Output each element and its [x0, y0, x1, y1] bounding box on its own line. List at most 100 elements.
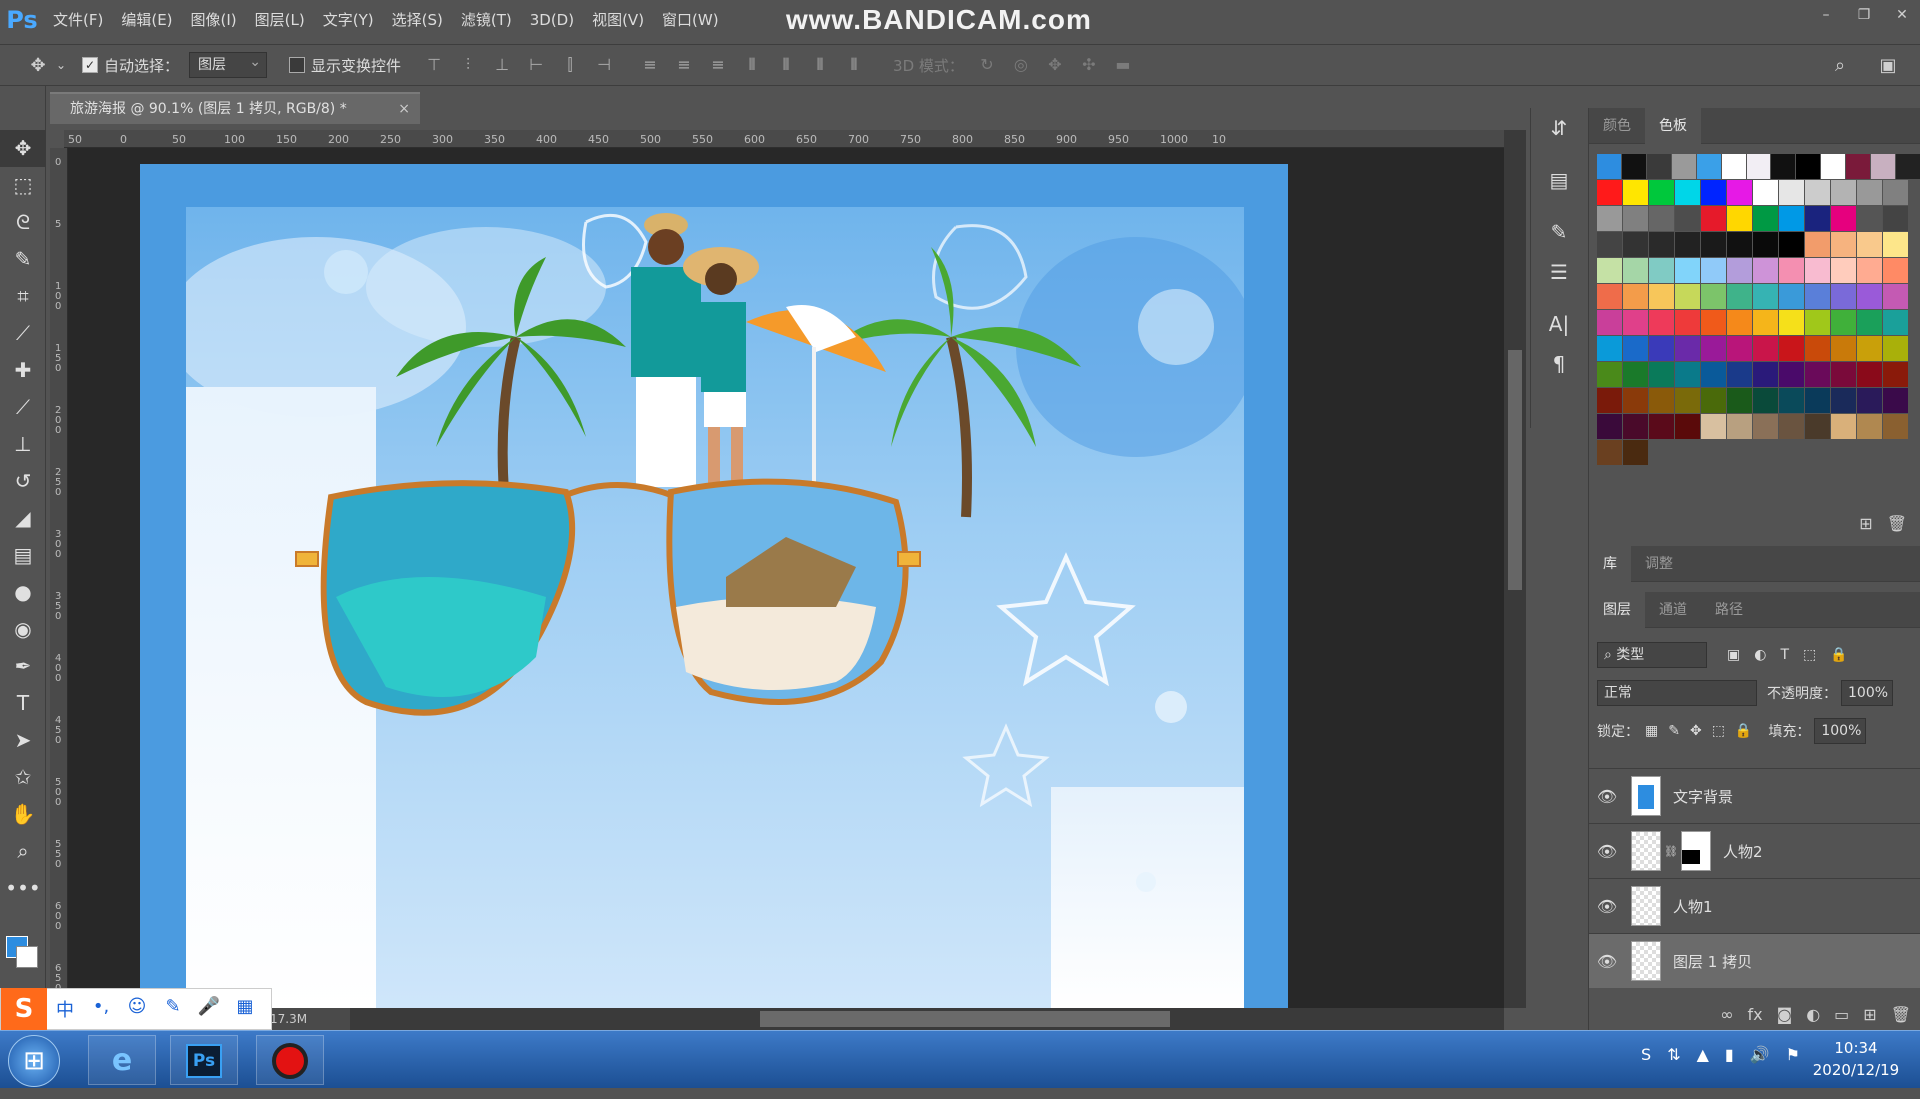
- color-swatch[interactable]: [1805, 362, 1830, 387]
- move-tool-icon[interactable]: ✥: [22, 55, 54, 76]
- color-swatch[interactable]: [1883, 232, 1908, 257]
- color-swatch[interactable]: [1831, 258, 1856, 283]
- horizontal-scrollbar[interactable]: [350, 1008, 1504, 1030]
- color-swatch[interactable]: [1727, 388, 1752, 413]
- background-color-swatch[interactable]: [16, 946, 38, 968]
- more-tools-icon[interactable]: •••: [0, 870, 46, 907]
- color-swatch[interactable]: [1857, 362, 1882, 387]
- tool-preset-dropdown-icon[interactable]: ⌄: [54, 58, 68, 72]
- close-icon[interactable]: ✕: [1892, 5, 1912, 25]
- color-swatch[interactable]: [1696, 154, 1721, 179]
- color-swatch[interactable]: [1831, 310, 1856, 335]
- color-swatch[interactable]: [1649, 388, 1674, 413]
- sogou-tray-icon[interactable]: S: [1641, 1045, 1651, 1064]
- color-swatch[interactable]: [1701, 414, 1726, 439]
- show-hidden-icons-icon[interactable]: ▲: [1697, 1045, 1709, 1064]
- color-swatch[interactable]: [1779, 284, 1804, 309]
- color-swatch[interactable]: [1805, 336, 1830, 361]
- auto-select-target-dropdown[interactable]: 图层: [189, 50, 268, 78]
- color-swatch[interactable]: [1671, 154, 1696, 179]
- color-swatch[interactable]: [1727, 336, 1752, 361]
- color-swatch[interactable]: [1675, 310, 1700, 335]
- color-swatch[interactable]: [1846, 154, 1871, 179]
- horizontal-scroll-thumb[interactable]: [760, 1011, 1170, 1027]
- color-swatch[interactable]: [1779, 180, 1804, 205]
- color-swatch[interactable]: [1675, 284, 1700, 309]
- color-swatch[interactable]: [1597, 440, 1622, 465]
- restore-icon[interactable]: ❐: [1854, 5, 1874, 25]
- color-swatch[interactable]: [1753, 362, 1778, 387]
- history-brush-tool-icon[interactable]: ↺: [0, 463, 46, 500]
- color-swatch[interactable]: [1857, 180, 1882, 205]
- link-layers-icon[interactable]: ∞: [1720, 1005, 1733, 1024]
- visibility-eye-icon[interactable]: 👁: [1589, 787, 1625, 806]
- color-swatch[interactable]: [1623, 180, 1648, 205]
- color-swatch[interactable]: [1701, 180, 1726, 205]
- menu-item-0[interactable]: 文件(F): [44, 0, 112, 40]
- menu-item-4[interactable]: 文字(Y): [314, 0, 383, 40]
- color-swatch[interactable]: [1727, 362, 1752, 387]
- color-swatch[interactable]: [1701, 310, 1726, 335]
- menu-item-5[interactable]: 选择(S): [383, 0, 452, 40]
- 3d-roll-icon[interactable]: ◎: [1008, 52, 1034, 78]
- zoom-tool-icon[interactable]: ⌕: [0, 833, 46, 870]
- color-swatch[interactable]: [1831, 284, 1856, 309]
- quick-select-tool-icon[interactable]: ✎: [0, 241, 46, 278]
- color-swatch[interactable]: [1675, 336, 1700, 361]
- color-swatch[interactable]: [1649, 206, 1674, 231]
- menu-item-8[interactable]: 视图(V): [583, 0, 653, 40]
- color-swatch[interactable]: [1675, 206, 1700, 231]
- close-icon[interactable]: ×: [398, 94, 410, 124]
- color-swatch[interactable]: [1675, 180, 1700, 205]
- color-swatch[interactable]: [1821, 154, 1846, 179]
- color-swatch[interactable]: [1857, 284, 1882, 309]
- color-swatch[interactable]: [1727, 258, 1752, 283]
- minimize-icon[interactable]: –: [1816, 5, 1836, 25]
- ime-button[interactable]: ✎: [155, 996, 191, 1022]
- color-swatch[interactable]: [1753, 310, 1778, 335]
- ime-button[interactable]: •,: [83, 996, 119, 1022]
- color-swatch[interactable]: [1779, 258, 1804, 283]
- path-select-tool-icon[interactable]: ➤: [0, 722, 46, 759]
- color-swatch[interactable]: [1896, 154, 1920, 179]
- color-swatch[interactable]: [1675, 414, 1700, 439]
- actions-panel-icon[interactable]: ▤: [1531, 160, 1587, 200]
- color-swatch[interactable]: [1675, 362, 1700, 387]
- color-swatch[interactable]: [1805, 180, 1830, 205]
- fill-input[interactable]: 100%: [1814, 718, 1867, 744]
- align-right-icon[interactable]: ⊣: [591, 52, 617, 78]
- color-swatch[interactable]: [1727, 232, 1752, 257]
- layer-row[interactable]: 👁 文字背景: [1589, 768, 1920, 823]
- color-swatch[interactable]: [1883, 180, 1908, 205]
- color-swatch[interactable]: [1857, 414, 1882, 439]
- color-swatch[interactable]: [1623, 388, 1648, 413]
- color-swatch[interactable]: [1621, 154, 1646, 179]
- color-swatch[interactable]: [1597, 284, 1622, 309]
- color-swatch[interactable]: [1753, 284, 1778, 309]
- paragraph-panel-icon[interactable]: ¶: [1531, 344, 1587, 384]
- distribute-vcenter-icon[interactable]: ≡: [671, 52, 697, 78]
- new-group-icon[interactable]: ▭: [1834, 1005, 1849, 1024]
- workspace-icon[interactable]: ▣: [1872, 55, 1904, 76]
- align-vcenter-icon[interactable]: ⫶: [455, 52, 481, 78]
- eraser-tool-icon[interactable]: ◢: [0, 500, 46, 537]
- new-swatch-icon[interactable]: ⊞: [1859, 514, 1872, 533]
- 3d-scale-icon[interactable]: ▬: [1110, 52, 1136, 78]
- color-swatch[interactable]: [1597, 154, 1621, 179]
- document-tab[interactable]: 旅游海报 @ 90.1% (图层 1 拷贝, RGB/8) * ×: [50, 92, 420, 124]
- color-swatch[interactable]: [1831, 362, 1856, 387]
- menu-item-2[interactable]: 图像(I): [182, 0, 246, 40]
- color-swatch[interactable]: [1857, 310, 1882, 335]
- visibility-eye-icon[interactable]: 👁: [1589, 897, 1625, 916]
- menu-item-3[interactable]: 图层(L): [246, 0, 314, 40]
- color-swatch[interactable]: [1746, 154, 1771, 179]
- color-swatch[interactable]: [1883, 414, 1908, 439]
- layer-filter-dropdown[interactable]: ⌕ 类型: [1597, 642, 1707, 668]
- color-swatch[interactable]: [1805, 310, 1830, 335]
- color-swatch[interactable]: [1779, 388, 1804, 413]
- color-swatch[interactable]: [1701, 336, 1726, 361]
- color-swatch[interactable]: [1597, 310, 1622, 335]
- add-mask-icon[interactable]: ◙: [1777, 1005, 1793, 1024]
- ime-button[interactable]: ▦: [227, 996, 263, 1022]
- ime-button[interactable]: ☺: [119, 996, 155, 1022]
